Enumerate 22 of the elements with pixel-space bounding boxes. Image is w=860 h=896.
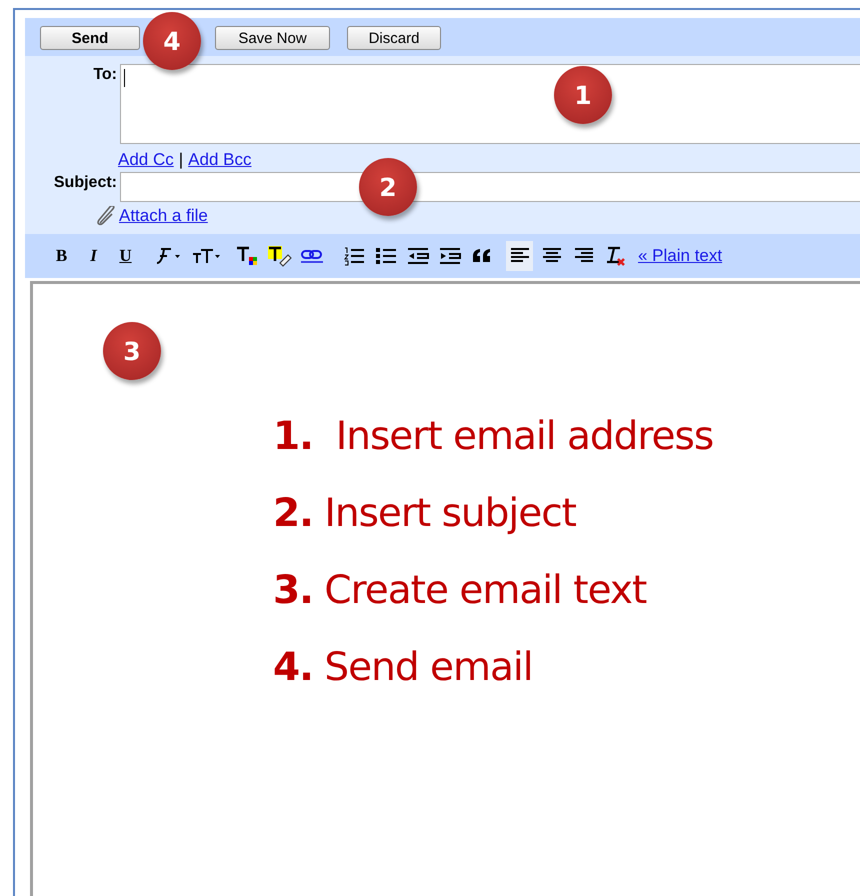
italic-button[interactable]: I	[80, 241, 107, 271]
subject-field[interactable]	[120, 172, 860, 202]
plain-text-link[interactable]: « Plain text	[638, 246, 722, 266]
action-button[interactable]: Discard	[347, 26, 441, 50]
to-label: To:	[92, 65, 118, 84]
text-cursor	[124, 69, 125, 87]
send-button[interactable]: Send	[40, 26, 140, 50]
align-left-icon[interactable]	[506, 241, 533, 271]
action-button[interactable]: Save Now	[215, 26, 330, 50]
instruction-step: 3. Create email text	[273, 568, 860, 613]
instruction-step: 4. Send email	[273, 645, 860, 690]
separator: |	[178, 150, 184, 170]
to-field[interactable]	[120, 64, 860, 144]
attach-file-link[interactable]: Attach a file	[119, 206, 208, 226]
add-recipient-link[interactable]: Add Cc	[118, 150, 174, 170]
instruction-step: 2. Insert subject	[273, 491, 860, 536]
underline-button[interactable]: U	[112, 241, 139, 271]
bold-button[interactable]: B	[48, 241, 75, 271]
paperclip-icon	[95, 206, 117, 226]
subject-label: Subject:	[52, 173, 118, 192]
add-recipient-link[interactable]: Add Bcc	[188, 150, 252, 170]
instruction-step: 1. Insert email address	[273, 414, 860, 459]
